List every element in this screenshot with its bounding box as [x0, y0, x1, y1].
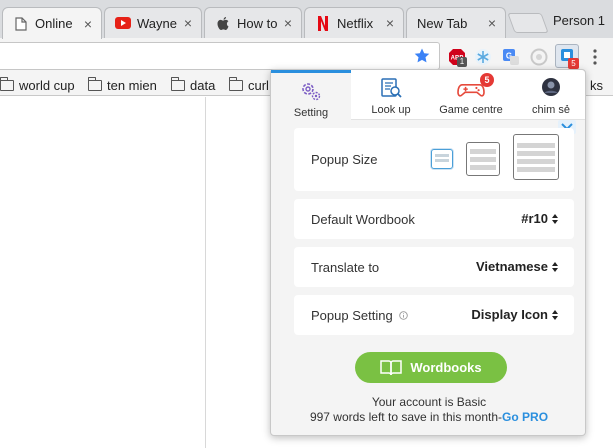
dictionary-search-icon — [381, 78, 402, 98]
folder-icon — [228, 76, 243, 91]
netflix-icon — [315, 15, 331, 31]
adblock-badge: 1 — [457, 57, 467, 67]
bookmark-ten-mien[interactable]: ten mien — [87, 76, 157, 94]
browser-tab-netflix[interactable]: Netflix × — [304, 7, 404, 38]
browser-menu-icon[interactable] — [590, 48, 600, 66]
tab-close-button[interactable]: × — [181, 16, 195, 30]
tab-label: Setting — [293, 107, 329, 119]
new-tab-button[interactable] — [507, 13, 549, 33]
tab-setting[interactable]: Setting — [271, 70, 351, 120]
popup-size-large[interactable] — [513, 134, 559, 180]
book-icon — [380, 359, 403, 375]
bookmark-star-icon[interactable] — [413, 47, 431, 65]
default-wordbook-label: Default Wordbook — [311, 212, 415, 227]
wordbooks-button[interactable]: Wordbooks — [355, 352, 507, 383]
apple-icon — [215, 15, 231, 31]
popup-tab-bar: Setting Look up 5 Game centre chim sẻ — [271, 70, 585, 120]
dictionary-popup: Setting Look up 5 Game centre chim sẻ Po… — [270, 69, 586, 436]
popup-size-medium[interactable] — [466, 142, 500, 176]
browser-tab-youtube[interactable]: Wayne F × — [104, 7, 202, 38]
words-left-text: 997 words left to save in this month- — [309, 410, 503, 424]
popup-setting-value: Display Icon — [471, 307, 548, 322]
bookmark-label: data — [190, 77, 216, 93]
tab-look-up[interactable]: Look up — [351, 70, 431, 120]
translate-to-card[interactable]: Translate to Vietnamese — [294, 247, 574, 287]
google-translate-icon[interactable]: G — [502, 48, 520, 66]
bookmark-data[interactable]: data — [170, 76, 216, 94]
dictionary-extension-button[interactable]: 5 — [555, 44, 579, 69]
popup-setting-label-group: Popup Setting — [311, 308, 408, 323]
tab-label: chim sẻ — [532, 104, 570, 116]
bookmark-label: ks — [590, 77, 603, 93]
popup-setting-card[interactable]: Popup Setting Display Icon — [294, 295, 574, 335]
folder-icon — [87, 76, 102, 91]
translate-to-value: Vietnamese — [475, 259, 548, 274]
bookmark-world-cup[interactable]: world cup — [0, 76, 75, 94]
browser-tab-new-tab[interactable]: New Tab × — [406, 7, 506, 38]
browser-tab-online[interactable]: Online Ir × — [2, 7, 102, 39]
select-arrows-icon — [552, 213, 558, 224]
bookmark-label: world cup — [19, 77, 75, 93]
profile-button[interactable]: Person 1 — [553, 13, 605, 28]
default-wordbook-card[interactable]: Default Wordbook #r10 — [294, 199, 574, 239]
go-pro-link[interactable]: Go PRO — [502, 410, 548, 424]
tab-game-centre[interactable]: 5 Game centre — [431, 70, 511, 120]
address-bar[interactable] — [0, 42, 440, 70]
popup-size-small[interactable] — [431, 149, 453, 169]
folder-icon — [170, 76, 185, 91]
dictionary-extension-badge: 5 — [568, 58, 579, 69]
default-wordbook-select[interactable]: #r10 — [521, 211, 558, 226]
tab-label: Game centre — [439, 104, 503, 116]
tab-close-button[interactable]: × — [81, 17, 95, 31]
bookmark-curl[interactable]: curl — [228, 76, 269, 94]
bookmark-ks[interactable]: ks — [590, 76, 603, 94]
bookmark-label: ten mien — [107, 77, 157, 93]
tab-title: Online Ir — [35, 16, 77, 31]
snowflake-icon[interactable] — [474, 48, 492, 66]
wordbooks-button-label: Wordbooks — [410, 360, 482, 375]
gear-icon — [302, 83, 321, 101]
adblock-icon[interactable]: ABP 1 — [448, 48, 467, 67]
select-arrows-icon — [552, 261, 558, 272]
popup-setting-label: Popup Setting — [311, 308, 393, 323]
game-centre-badge: 5 — [480, 73, 494, 87]
tab-close-button[interactable]: × — [281, 16, 295, 30]
tab-close-button[interactable]: × — [485, 16, 499, 30]
tab-title: New Tab — [417, 15, 468, 31]
account-status: Your account is Basic — [371, 395, 487, 409]
avatar — [542, 78, 560, 96]
youtube-icon — [115, 15, 131, 31]
translate-to-select[interactable]: Vietnamese — [476, 259, 558, 274]
popup-size-card: Popup Size — [294, 128, 574, 191]
translate-to-label: Translate to — [311, 260, 380, 275]
tab-close-button[interactable]: × — [383, 16, 397, 30]
document-icon — [13, 16, 29, 32]
info-icon[interactable] — [398, 311, 408, 320]
tab-strip: Online Ir × Wayne F × How to t × Netflix… — [0, 0, 613, 39]
browser-tab-how-to[interactable]: How to t × — [204, 7, 302, 38]
select-arrows-icon — [552, 309, 558, 320]
popup-size-label: Popup Size — [311, 152, 378, 167]
folder-icon — [0, 76, 14, 91]
tab-title: Wayne F — [137, 15, 177, 31]
words-left-line: 997 words left to save in this month-Go … — [271, 410, 587, 424]
tab-title: Netflix — [337, 15, 374, 31]
popup-setting-select[interactable]: Display Icon — [471, 307, 558, 322]
page-content-divider — [205, 97, 206, 448]
grey-extension-icon[interactable] — [530, 48, 548, 66]
tab-profile[interactable]: chim sẻ — [511, 70, 591, 120]
bookmark-label: curl — [248, 77, 269, 93]
default-wordbook-value: #r10 — [521, 211, 548, 226]
tab-label: Look up — [371, 104, 411, 116]
tab-title: How to t — [237, 15, 277, 31]
